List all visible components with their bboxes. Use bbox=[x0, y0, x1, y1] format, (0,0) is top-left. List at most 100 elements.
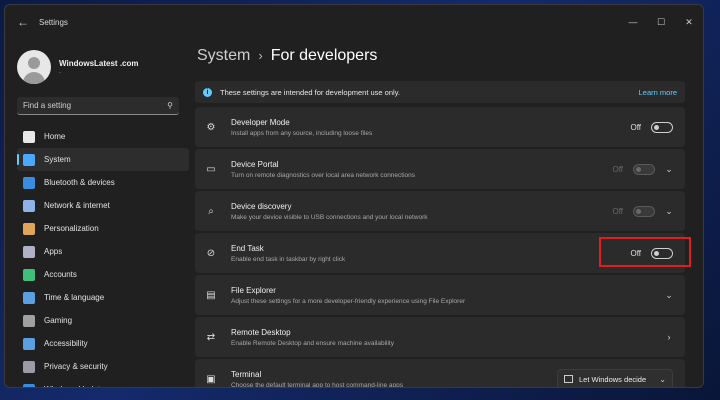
app-title: Settings bbox=[39, 18, 68, 27]
breadcrumb-parent[interactable]: System bbox=[197, 47, 250, 64]
sidebar-item-network-internet[interactable]: Network & internet bbox=[17, 194, 189, 217]
sidebar-item-label: Accessibility bbox=[44, 339, 88, 348]
toggle-switch[interactable] bbox=[651, 122, 673, 133]
update-icon bbox=[23, 384, 35, 389]
setting-description: Make your device visible to USB connecti… bbox=[231, 214, 612, 221]
info-text: These settings are intended for developm… bbox=[220, 88, 400, 97]
sidebar-item-time-language[interactable]: Time & language bbox=[17, 286, 189, 309]
shield-icon bbox=[23, 361, 35, 373]
setting-title: File Explorer bbox=[231, 286, 655, 295]
sidebar-item-bluetooth-devices[interactable]: Bluetooth & devices bbox=[17, 171, 189, 194]
info-icon: i bbox=[203, 88, 212, 97]
window-controls: — ☐ ✕ bbox=[619, 5, 703, 39]
sidebar: WindowsLatest .com . Find a setting ⚲ Ho… bbox=[5, 39, 195, 387]
home-icon bbox=[23, 131, 35, 143]
end-task-icon: ⊘ bbox=[205, 247, 217, 259]
sidebar-item-accounts[interactable]: Accounts bbox=[17, 263, 189, 286]
profile[interactable]: WindowsLatest .com . bbox=[5, 39, 195, 89]
search-icon: ⚲ bbox=[167, 101, 173, 110]
sidebar-nav: Home System Bluetooth & devices Network & i… bbox=[5, 125, 195, 388]
setting-card-end-task: ⊘End TaskEnable end task in taskbar by r… bbox=[195, 233, 685, 273]
discovery-icon: ⌕ bbox=[205, 205, 217, 217]
setting-card-developer-mode: ⚙ Developer Mode Install apps from any sou… bbox=[195, 107, 685, 147]
sidebar-item-home[interactable]: Home bbox=[17, 125, 189, 148]
setting-description: Enable end task in taskbar by right clic… bbox=[231, 256, 630, 263]
folder-icon: ▤ bbox=[205, 289, 217, 301]
setting-card-file-explorer[interactable]: ▤ File Explorer Adjust these settings for … bbox=[195, 275, 685, 315]
sidebar-item-label: Time & language bbox=[44, 293, 104, 302]
terminal-select-value: Let Windows decide bbox=[579, 375, 646, 384]
toggle-state-label: Off bbox=[630, 123, 641, 132]
maximize-icon[interactable]: ☐ bbox=[647, 5, 675, 39]
setting-card-device-portal[interactable]: ▭Device PortalTurn on remote diagnostics… bbox=[195, 149, 685, 189]
setting-card-terminal: ▣TerminalChoose the default terminal app… bbox=[195, 359, 685, 388]
chevron-right-icon[interactable]: › bbox=[665, 332, 673, 342]
sidebar-item-label: Network & internet bbox=[44, 201, 110, 210]
settings-window: ← Settings — ☐ ✕ WindowsLatest .com . Fi… bbox=[4, 4, 704, 388]
sidebar-item-apps[interactable]: Apps bbox=[17, 240, 189, 263]
page-title: For developers bbox=[271, 47, 378, 64]
close-icon[interactable]: ✕ bbox=[675, 5, 703, 39]
toggle-state-label: Off bbox=[612, 165, 623, 174]
setting-title: Remote Desktop bbox=[231, 328, 655, 337]
toggle-control: Off bbox=[612, 164, 655, 175]
setting-title: Developer Mode bbox=[231, 118, 630, 127]
toggle-state-label: Off bbox=[612, 207, 623, 216]
sidebar-item-label: Privacy & security bbox=[44, 362, 108, 371]
sidebar-item-label: Personalization bbox=[44, 224, 99, 233]
sidebar-item-gaming[interactable]: Gaming bbox=[17, 309, 189, 332]
terminal-icon: ▣ bbox=[205, 373, 217, 385]
main-content: System › For developers i These settings a… bbox=[195, 39, 703, 387]
minimize-icon[interactable]: — bbox=[619, 5, 647, 39]
sidebar-item-label: Accounts bbox=[44, 270, 77, 279]
info-bar: i These settings are intended for develo… bbox=[195, 81, 685, 103]
sidebar-item-label: Bluetooth & devices bbox=[44, 178, 115, 187]
setting-title: Device discovery bbox=[231, 202, 612, 211]
remote-icon: ⇄ bbox=[205, 331, 217, 343]
sidebar-item-label: Windows Update bbox=[44, 385, 104, 388]
sidebar-item-accessibility[interactable]: Accessibility bbox=[17, 332, 189, 355]
avatar bbox=[17, 50, 51, 84]
terminal-window-icon bbox=[564, 375, 573, 383]
sidebar-item-label: Gaming bbox=[44, 316, 72, 325]
setting-description: Enable Remote Desktop and ensure machine… bbox=[231, 340, 655, 347]
search-placeholder: Find a setting bbox=[23, 101, 71, 110]
accounts-icon bbox=[23, 269, 35, 281]
profile-subtext: . bbox=[59, 68, 139, 75]
setting-description: Turn on remote diagnostics over local ar… bbox=[231, 172, 612, 179]
sidebar-item-system[interactable]: System bbox=[17, 148, 189, 171]
sidebar-item-privacy-security[interactable]: Privacy & security bbox=[17, 355, 189, 378]
sidebar-item-personalization[interactable]: Personalization bbox=[17, 217, 189, 240]
network-icon bbox=[23, 200, 35, 212]
sidebar-item-label: Apps bbox=[44, 247, 62, 256]
gaming-icon bbox=[23, 315, 35, 327]
chevron-down-icon[interactable]: ⌄ bbox=[665, 290, 673, 301]
setting-description: Install apps from any source, including … bbox=[231, 130, 630, 137]
sidebar-item-label: System bbox=[44, 155, 71, 164]
title-bar: ← Settings — ☐ ✕ bbox=[5, 5, 703, 39]
toggle-control: Off bbox=[612, 206, 655, 217]
terminal-select[interactable]: Let Windows decide ⌄ bbox=[557, 369, 673, 388]
search-input[interactable]: Find a setting ⚲ bbox=[17, 97, 179, 115]
toggle-switch bbox=[633, 206, 655, 217]
chevron-down-icon[interactable]: ⌄ bbox=[665, 164, 673, 175]
accessibility-icon bbox=[23, 338, 35, 350]
sidebar-item-windows-update[interactable]: Windows Update bbox=[17, 378, 189, 388]
settings-list: ⚙ Developer Mode Install apps from any sou… bbox=[195, 107, 685, 388]
portal-icon: ▭ bbox=[205, 163, 217, 175]
setting-card-remote-desktop[interactable]: ⇄ Remote Desktop Enable Remote Desktop and… bbox=[195, 317, 685, 357]
toggle-control[interactable]: Off bbox=[630, 122, 673, 133]
back-arrow-icon[interactable]: ← bbox=[9, 5, 37, 39]
breadcrumb: System › For developers bbox=[195, 39, 703, 75]
chevron-down-icon[interactable]: ⌄ bbox=[665, 206, 673, 217]
developer-icon: ⚙ bbox=[205, 121, 217, 133]
bluetooth-icon bbox=[23, 177, 35, 189]
chevron-down-icon: ⌄ bbox=[659, 375, 666, 384]
brush-icon bbox=[23, 223, 35, 235]
setting-description: Adjust these settings for a more develop… bbox=[231, 298, 655, 305]
time-icon bbox=[23, 292, 35, 304]
sidebar-item-label: Home bbox=[44, 132, 65, 141]
setting-card-device-discovery[interactable]: ⌕ Device discovery Make your device visibl… bbox=[195, 191, 685, 231]
learn-more-link[interactable]: Learn more bbox=[639, 88, 677, 97]
breadcrumb-separator: › bbox=[258, 48, 262, 63]
